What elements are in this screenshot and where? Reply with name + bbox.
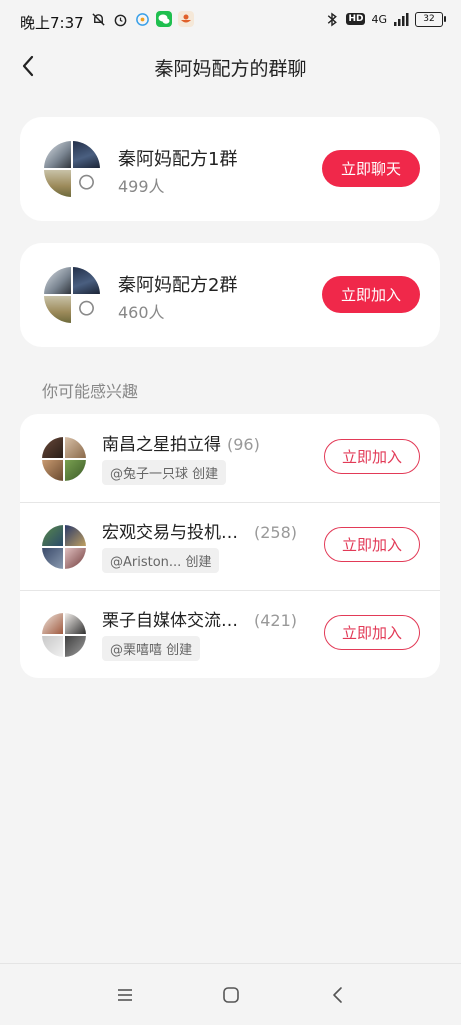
home-icon bbox=[223, 987, 239, 1003]
status-time: 晚上7:37 bbox=[20, 14, 84, 32]
join-now-button[interactable]: 立即加入 bbox=[324, 527, 420, 562]
page-title: 秦阿妈配方的群聊 bbox=[154, 58, 307, 80]
group-avatar bbox=[44, 141, 100, 197]
group-name-line: 栗子自媒体交流… (421) bbox=[102, 606, 297, 631]
network-type: 4G bbox=[371, 12, 387, 26]
system-icons: HD 4G 32 bbox=[324, 11, 446, 27]
menu-button[interactable] bbox=[112, 982, 138, 1008]
group-member-count: 499人 bbox=[118, 177, 165, 196]
group-name: 宏观交易与投机… bbox=[102, 523, 238, 543]
hd-badge: HD bbox=[346, 13, 366, 25]
section-label: 你可能感兴趣 bbox=[42, 382, 139, 401]
group-member-count: (258) bbox=[254, 523, 298, 542]
app-notification-icon bbox=[178, 11, 194, 27]
list-item[interactable]: 宏观交易与投机… (258) @Ariston... 创建 立即加入 bbox=[20, 502, 440, 590]
status-bar: 晚上7:37 HD 4G 32 bbox=[0, 0, 461, 40]
wechat-icon bbox=[156, 11, 172, 27]
header: 秦阿妈配方的群聊 bbox=[0, 42, 461, 90]
suggestion-list: 南昌之星拍立得 (96) @兔子一只球 创建 立即加入 宏观交易与投机… (258)… bbox=[20, 414, 440, 678]
group-creator: @兔子一只球 创建 bbox=[102, 460, 227, 485]
battery-icon: 32 bbox=[415, 11, 446, 27]
bluetooth-icon bbox=[324, 11, 340, 27]
group-avatar bbox=[42, 437, 86, 481]
group-member-count: 460人 bbox=[118, 303, 165, 322]
join-now-button[interactable]: 立即加入 bbox=[324, 615, 420, 650]
nav-back-button[interactable] bbox=[325, 982, 351, 1008]
alarm-icon bbox=[112, 11, 128, 27]
group-creator: @栗嘻嘻 创建 bbox=[102, 636, 201, 661]
group-member-count: (96) bbox=[227, 435, 260, 454]
group-name: 栗子自媒体交流… bbox=[102, 611, 238, 631]
group-member-count: (421) bbox=[254, 611, 298, 630]
back-nav-icon bbox=[333, 987, 342, 1003]
group-name: 秦阿妈配方1群 bbox=[118, 149, 238, 170]
battery-level: 32 bbox=[423, 14, 435, 24]
home-button[interactable] bbox=[218, 982, 244, 1008]
join-now-button[interactable]: 立即加入 bbox=[322, 276, 420, 313]
group-card-1[interactable]: 秦阿妈配方1群 499人 立即聊天 bbox=[20, 117, 440, 221]
group-card-2[interactable]: 秦阿妈配方2群 460人 立即加入 bbox=[20, 243, 440, 347]
chat-app-icon bbox=[134, 11, 150, 27]
list-item[interactable]: 南昌之星拍立得 (96) @兔子一只球 创建 立即加入 bbox=[20, 414, 440, 502]
group-avatar bbox=[42, 613, 86, 657]
chat-now-button[interactable]: 立即聊天 bbox=[322, 150, 420, 187]
list-item[interactable]: 栗子自媒体交流… (421) @栗嘻嘻 创建 立即加入 bbox=[20, 590, 440, 678]
group-name-line: 宏观交易与投机… (258) bbox=[102, 518, 297, 543]
join-now-button[interactable]: 立即加入 bbox=[324, 439, 420, 474]
group-creator: @Ariston... 创建 bbox=[102, 548, 220, 573]
notification-icons bbox=[90, 11, 194, 27]
group-avatar bbox=[44, 267, 100, 323]
group-name: 秦阿妈配方2群 bbox=[118, 275, 238, 296]
signal-icon bbox=[393, 11, 409, 27]
group-name: 南昌之星拍立得 bbox=[102, 435, 221, 455]
do-not-disturb-icon bbox=[90, 11, 106, 27]
group-name-line: 南昌之星拍立得 (96) bbox=[102, 430, 260, 455]
system-nav-bar bbox=[0, 963, 461, 1025]
group-avatar bbox=[42, 525, 86, 569]
menu-icon bbox=[118, 989, 132, 1001]
